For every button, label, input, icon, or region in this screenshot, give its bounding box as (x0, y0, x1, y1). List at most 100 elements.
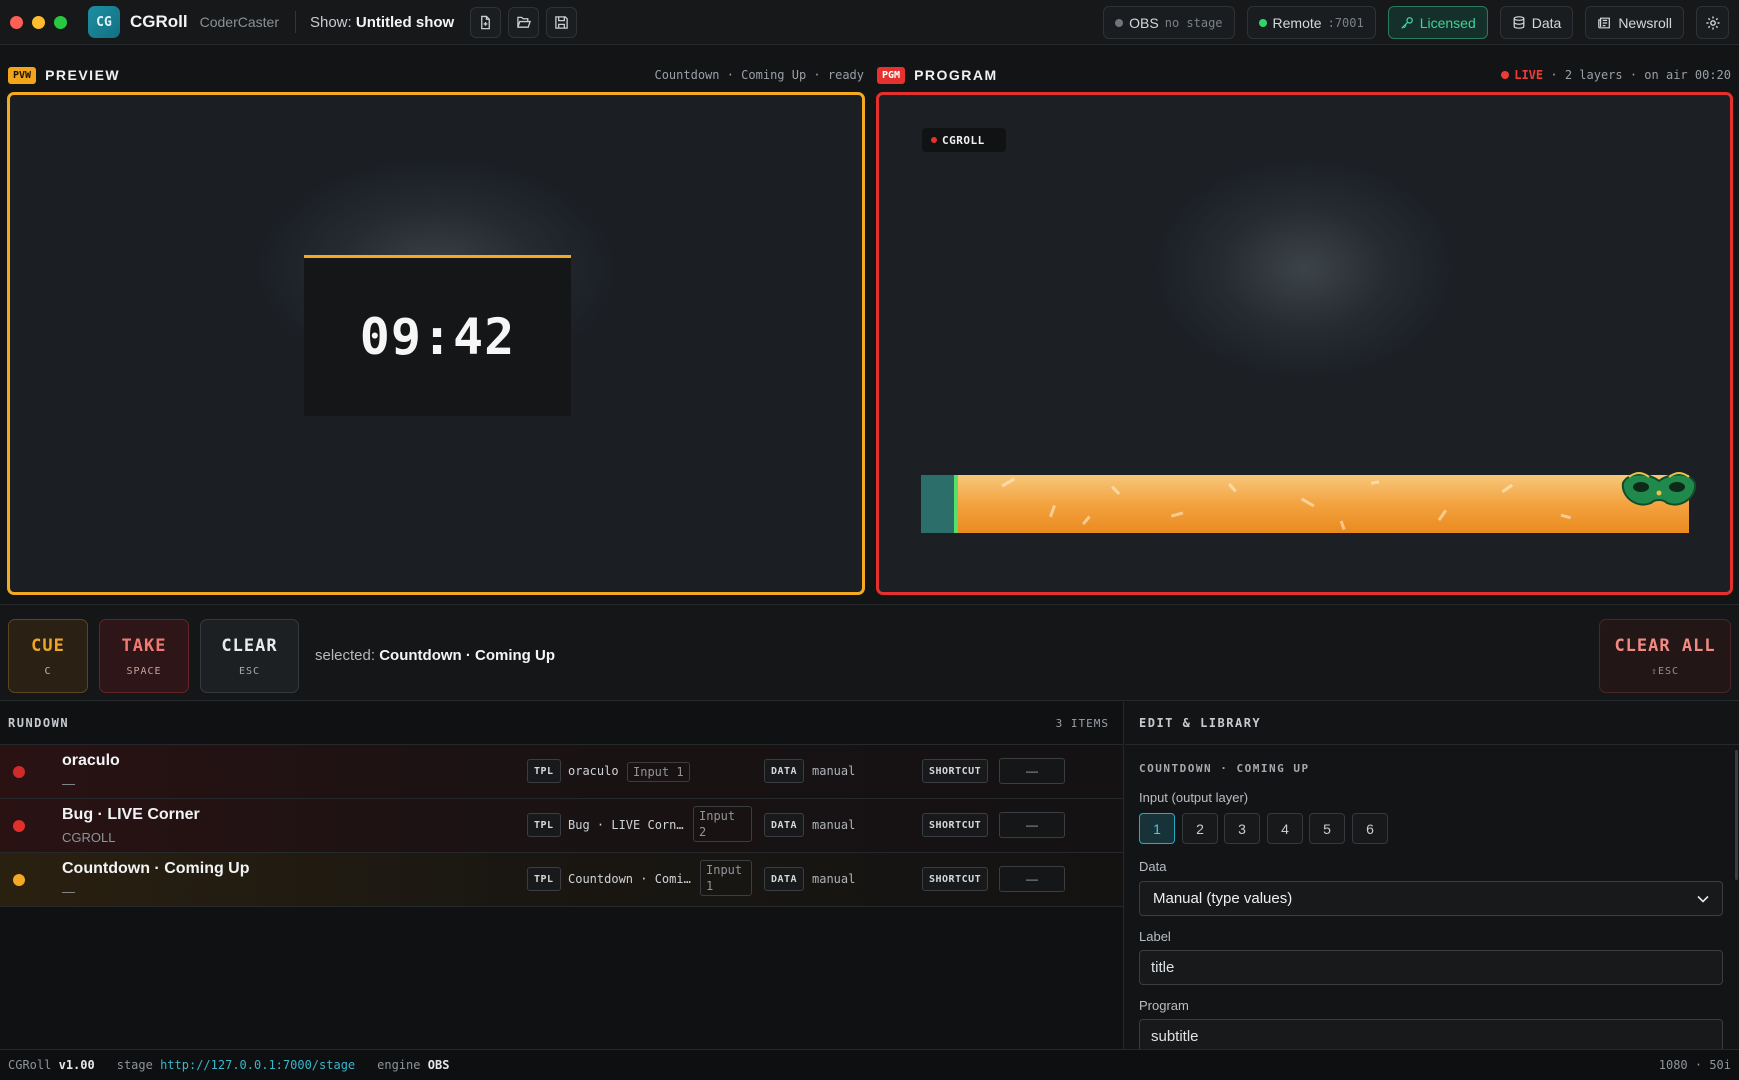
tpl-label: TPL (527, 867, 561, 891)
edit-library-panel: EDIT & LIBRARY COUNTDOWN · COMING UP Inp… (1125, 702, 1739, 1049)
item-subtitle: — (62, 776, 75, 791)
shortcut-field[interactable]: — (999, 758, 1065, 784)
obs-status-button[interactable]: OBS no stage (1103, 6, 1235, 39)
remote-status-button[interactable]: Remote :7001 (1246, 6, 1376, 39)
item-name: Bug · LIVE Corner (62, 806, 200, 823)
program-tag: PGM (877, 66, 906, 84)
label-field[interactable] (1139, 950, 1723, 985)
input-layer-5-button[interactable]: 5 (1309, 813, 1345, 844)
key-icon (1400, 16, 1413, 29)
clear-all-shortcut: ⇧ESC (1650, 665, 1680, 677)
item-data-source: manual (812, 818, 856, 832)
status-stage-url[interactable]: http://127.0.0.1:7000/stage (160, 1058, 355, 1072)
status-engine-label: engine (377, 1058, 421, 1072)
lower-third-accent-stripe (954, 475, 958, 533)
preview-monitor[interactable]: 09:42 (7, 92, 865, 595)
show-name: Untitled show (355, 13, 455, 31)
rundown-count: 3 ITEMS (1055, 716, 1109, 730)
item-input-chip[interactable]: Input 2 (693, 806, 752, 842)
minimize-window-button[interactable] (32, 15, 45, 29)
divider (294, 11, 296, 33)
rundown-title: RUNDOWN (8, 716, 70, 730)
folder-open-icon (516, 16, 531, 28)
preview-title: PREVIEW (45, 67, 121, 83)
data-label: DATA (764, 759, 805, 783)
edit-section-title: COUNTDOWN · COMING UP (1139, 762, 1310, 775)
item-input-chip[interactable]: Input 1 (627, 762, 690, 782)
shortcut-label: SHORTCUT (922, 813, 989, 837)
status-engine-value: OBS (427, 1058, 450, 1072)
rundown-item[interactable]: Bug · LIVE Corner CGROLL TPL Bug · LIVE … (0, 799, 1123, 853)
edit-panel-title: EDIT & LIBRARY (1125, 702, 1739, 745)
input-layer-6-button[interactable]: 6 (1352, 813, 1388, 844)
data-label: DATA (764, 867, 805, 891)
gear-icon (1706, 16, 1719, 29)
selected-value: Countdown · Coming Up (379, 647, 556, 664)
toolbar-right: OBS no stage Remote :7001 Licensed Data … (1103, 6, 1729, 39)
new-show-button[interactable] (470, 6, 502, 38)
show-prefix: Show: (309, 13, 352, 31)
open-show-button[interactable] (508, 6, 540, 38)
tpl-label: TPL (527, 813, 561, 837)
newsroll-button[interactable]: Newsroll (1585, 6, 1684, 39)
status-app-name: CGRoll (8, 1058, 52, 1072)
cue-label: CUE (31, 635, 65, 656)
item-template: Countdown · Comi… (568, 872, 691, 886)
clear-button[interactable]: CLEAR ESC (200, 619, 299, 693)
license-label: Licensed (1419, 14, 1476, 31)
data-button[interactable]: Data (1499, 6, 1574, 39)
confetti-pattern (1001, 477, 1572, 531)
clear-all-button[interactable]: CLEAR ALL ⇧ESC (1599, 619, 1731, 693)
item-data-source: manual (812, 872, 856, 886)
take-shortcut: SPACE (126, 665, 162, 677)
input-layer-4-button[interactable]: 4 (1267, 813, 1303, 844)
oraculo-lower-third-graphic (921, 475, 1689, 533)
maximize-window-button[interactable] (54, 15, 67, 29)
program-monitor[interactable]: CGROLL (876, 92, 1733, 595)
cue-shortcut: C (44, 665, 52, 677)
data-label: DATA (764, 813, 805, 837)
item-state-dot (13, 766, 25, 778)
shortcut-field[interactable]: — (999, 812, 1065, 838)
save-icon (555, 15, 568, 29)
cue-button[interactable]: CUE C (8, 619, 88, 693)
database-icon (1513, 16, 1525, 29)
item-name: oraculo (62, 752, 120, 769)
program-title: PROGRAM (914, 67, 998, 83)
item-input-chip[interactable]: Input 1 (700, 860, 752, 896)
preview-header: PVW PREVIEW (8, 63, 120, 87)
app-subtitle: CoderCaster (199, 14, 279, 30)
input-layer-2-button[interactable]: 2 (1182, 813, 1218, 844)
live-label: LIVE (1514, 68, 1544, 82)
obs-status: no stage (1164, 15, 1223, 30)
rundown-item[interactable]: oraculo — TPL oraculo Input 1 DATA manua… (0, 745, 1123, 799)
input-layer-1-button[interactable]: 1 (1139, 813, 1175, 844)
carnival-mask-icon (1621, 472, 1697, 506)
input-layer-label: Input (output layer) (1139, 790, 1249, 805)
edit-panel-scrollbar[interactable] (1735, 750, 1738, 880)
rundown-item[interactable]: Countdown · Coming Up — TPL Countdown · … (0, 853, 1123, 907)
shortcut-field[interactable]: — (999, 866, 1065, 892)
program-field[interactable] (1139, 1019, 1723, 1049)
chevron-down-icon (1697, 895, 1709, 903)
save-show-button[interactable] (546, 6, 578, 38)
title-bar: CG CGRoll CoderCaster Show: Untitled sho… (0, 0, 1739, 45)
input-layer-3-button[interactable]: 3 (1224, 813, 1260, 844)
take-button[interactable]: TAKE SPACE (99, 619, 189, 693)
data-source-select[interactable]: Manual (type values) (1139, 881, 1723, 916)
show-indicator: Show: Untitled show (310, 14, 454, 31)
obs-status-dot (1115, 18, 1124, 27)
newspaper-icon (1598, 17, 1611, 28)
close-window-button[interactable] (10, 15, 23, 29)
bug-text: CGROLL (942, 133, 985, 147)
lower-third-accent-block (921, 475, 954, 533)
data-label: Data (1531, 14, 1562, 31)
countdown-graphic: 09:42 (304, 255, 571, 416)
status-bar: CGRoll v1.00 stage http://127.0.0.1:7000… (0, 1049, 1739, 1080)
clear-label: CLEAR (221, 635, 278, 656)
data-source-label: Data (1139, 859, 1167, 874)
data-source-value: Manual (type values) (1153, 890, 1293, 907)
settings-button[interactable] (1696, 6, 1729, 39)
license-button[interactable]: Licensed (1387, 6, 1488, 39)
rundown-panel: RUNDOWN 3 ITEMS oraculo — TPL oraculo In… (0, 702, 1124, 1049)
